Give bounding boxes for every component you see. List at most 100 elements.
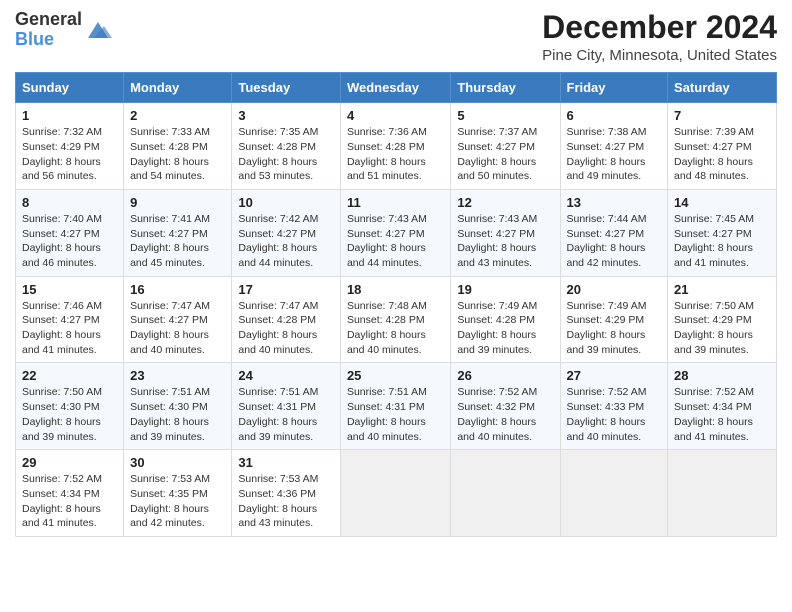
cell-text: Sunrise: 7:40 AMSunset: 4:27 PMDaylight:… <box>22 213 102 269</box>
day-number: 7 <box>674 108 770 123</box>
cell-text: Sunrise: 7:45 AMSunset: 4:27 PMDaylight:… <box>674 213 754 269</box>
location-title: Pine City, Minnesota, United States <box>542 47 777 64</box>
cell-text: Sunrise: 7:47 AMSunset: 4:28 PMDaylight:… <box>238 300 318 356</box>
cell-text: Sunrise: 7:53 AMSunset: 4:36 PMDaylight:… <box>238 473 318 529</box>
calendar-day-cell: 2 Sunrise: 7:33 AMSunset: 4:28 PMDayligh… <box>124 103 232 190</box>
day-number: 3 <box>238 108 334 123</box>
day-number: 5 <box>457 108 553 123</box>
month-title: December 2024 <box>542 10 777 45</box>
day-of-week-header: Tuesday <box>232 73 341 103</box>
calendar-week-row: 15 Sunrise: 7:46 AMSunset: 4:27 PMDaylig… <box>16 276 777 363</box>
calendar-week-row: 29 Sunrise: 7:52 AMSunset: 4:34 PMDaylig… <box>16 450 777 537</box>
cell-text: Sunrise: 7:43 AMSunset: 4:27 PMDaylight:… <box>457 213 537 269</box>
calendar-day-cell: 20 Sunrise: 7:49 AMSunset: 4:29 PMDaylig… <box>560 276 668 363</box>
calendar-day-cell <box>340 450 450 537</box>
cell-text: Sunrise: 7:50 AMSunset: 4:30 PMDaylight:… <box>22 386 102 442</box>
cell-text: Sunrise: 7:49 AMSunset: 4:28 PMDaylight:… <box>457 300 537 356</box>
day-of-week-header: Wednesday <box>340 73 450 103</box>
calendar-day-cell: 29 Sunrise: 7:52 AMSunset: 4:34 PMDaylig… <box>16 450 124 537</box>
calendar-day-cell: 18 Sunrise: 7:48 AMSunset: 4:28 PMDaylig… <box>340 276 450 363</box>
cell-text: Sunrise: 7:44 AMSunset: 4:27 PMDaylight:… <box>567 213 647 269</box>
calendar-day-cell: 23 Sunrise: 7:51 AMSunset: 4:30 PMDaylig… <box>124 363 232 450</box>
cell-text: Sunrise: 7:48 AMSunset: 4:28 PMDaylight:… <box>347 300 427 356</box>
cell-text: Sunrise: 7:41 AMSunset: 4:27 PMDaylight:… <box>130 213 210 269</box>
calendar-day-cell: 8 Sunrise: 7:40 AMSunset: 4:27 PMDayligh… <box>16 189 124 276</box>
calendar-day-cell: 16 Sunrise: 7:47 AMSunset: 4:27 PMDaylig… <box>124 276 232 363</box>
calendar-day-cell: 24 Sunrise: 7:51 AMSunset: 4:31 PMDaylig… <box>232 363 341 450</box>
calendar-day-cell: 26 Sunrise: 7:52 AMSunset: 4:32 PMDaylig… <box>451 363 560 450</box>
cell-text: Sunrise: 7:36 AMSunset: 4:28 PMDaylight:… <box>347 126 427 182</box>
logo-text-general: General <box>15 9 82 29</box>
cell-text: Sunrise: 7:38 AMSunset: 4:27 PMDaylight:… <box>567 126 647 182</box>
day-number: 27 <box>567 368 662 383</box>
calendar-day-cell: 31 Sunrise: 7:53 AMSunset: 4:36 PMDaylig… <box>232 450 341 537</box>
calendar-day-cell: 12 Sunrise: 7:43 AMSunset: 4:27 PMDaylig… <box>451 189 560 276</box>
day-of-week-header: Friday <box>560 73 668 103</box>
day-number: 24 <box>238 368 334 383</box>
day-number: 6 <box>567 108 662 123</box>
calendar-day-cell: 30 Sunrise: 7:53 AMSunset: 4:35 PMDaylig… <box>124 450 232 537</box>
calendar-day-cell: 11 Sunrise: 7:43 AMSunset: 4:27 PMDaylig… <box>340 189 450 276</box>
day-number: 30 <box>130 455 225 470</box>
calendar-day-cell: 15 Sunrise: 7:46 AMSunset: 4:27 PMDaylig… <box>16 276 124 363</box>
cell-text: Sunrise: 7:51 AMSunset: 4:31 PMDaylight:… <box>347 386 427 442</box>
day-number: 21 <box>674 282 770 297</box>
calendar-day-cell: 6 Sunrise: 7:38 AMSunset: 4:27 PMDayligh… <box>560 103 668 190</box>
calendar-day-cell: 22 Sunrise: 7:50 AMSunset: 4:30 PMDaylig… <box>16 363 124 450</box>
calendar-week-row: 22 Sunrise: 7:50 AMSunset: 4:30 PMDaylig… <box>16 363 777 450</box>
calendar-table: SundayMondayTuesdayWednesdayThursdayFrid… <box>15 72 777 537</box>
calendar-day-cell: 7 Sunrise: 7:39 AMSunset: 4:27 PMDayligh… <box>668 103 777 190</box>
calendar-day-cell: 13 Sunrise: 7:44 AMSunset: 4:27 PMDaylig… <box>560 189 668 276</box>
cell-text: Sunrise: 7:46 AMSunset: 4:27 PMDaylight:… <box>22 300 102 356</box>
cell-text: Sunrise: 7:53 AMSunset: 4:35 PMDaylight:… <box>130 473 210 529</box>
day-number: 17 <box>238 282 334 297</box>
day-number: 23 <box>130 368 225 383</box>
day-of-week-header: Thursday <box>451 73 560 103</box>
day-number: 9 <box>130 195 225 210</box>
calendar-day-cell <box>668 450 777 537</box>
calendar-day-cell: 1 Sunrise: 7:32 AMSunset: 4:29 PMDayligh… <box>16 103 124 190</box>
calendar-day-cell: 25 Sunrise: 7:51 AMSunset: 4:31 PMDaylig… <box>340 363 450 450</box>
calendar-day-cell: 14 Sunrise: 7:45 AMSunset: 4:27 PMDaylig… <box>668 189 777 276</box>
cell-text: Sunrise: 7:51 AMSunset: 4:30 PMDaylight:… <box>130 386 210 442</box>
day-number: 10 <box>238 195 334 210</box>
day-of-week-header: Sunday <box>16 73 124 103</box>
calendar-day-cell: 5 Sunrise: 7:37 AMSunset: 4:27 PMDayligh… <box>451 103 560 190</box>
cell-text: Sunrise: 7:32 AMSunset: 4:29 PMDaylight:… <box>22 126 102 182</box>
cell-text: Sunrise: 7:52 AMSunset: 4:32 PMDaylight:… <box>457 386 537 442</box>
day-of-week-header: Saturday <box>668 73 777 103</box>
calendar-day-cell: 4 Sunrise: 7:36 AMSunset: 4:28 PMDayligh… <box>340 103 450 190</box>
calendar-day-cell: 28 Sunrise: 7:52 AMSunset: 4:34 PMDaylig… <box>668 363 777 450</box>
calendar-day-cell: 19 Sunrise: 7:49 AMSunset: 4:28 PMDaylig… <box>451 276 560 363</box>
day-number: 29 <box>22 455 117 470</box>
day-number: 2 <box>130 108 225 123</box>
cell-text: Sunrise: 7:49 AMSunset: 4:29 PMDaylight:… <box>567 300 647 356</box>
day-number: 19 <box>457 282 553 297</box>
logo-text-blue: Blue <box>15 29 54 49</box>
cell-text: Sunrise: 7:43 AMSunset: 4:27 PMDaylight:… <box>347 213 427 269</box>
calendar-week-row: 1 Sunrise: 7:32 AMSunset: 4:29 PMDayligh… <box>16 103 777 190</box>
day-number: 31 <box>238 455 334 470</box>
logo: General Blue <box>15 10 112 50</box>
calendar-day-cell: 17 Sunrise: 7:47 AMSunset: 4:28 PMDaylig… <box>232 276 341 363</box>
day-number: 4 <box>347 108 444 123</box>
calendar-day-cell <box>560 450 668 537</box>
calendar-day-cell <box>451 450 560 537</box>
cell-text: Sunrise: 7:52 AMSunset: 4:34 PMDaylight:… <box>674 386 754 442</box>
calendar-day-cell: 27 Sunrise: 7:52 AMSunset: 4:33 PMDaylig… <box>560 363 668 450</box>
cell-text: Sunrise: 7:42 AMSunset: 4:27 PMDaylight:… <box>238 213 318 269</box>
page-header: General Blue December 2024 Pine City, Mi… <box>15 10 777 64</box>
day-number: 14 <box>674 195 770 210</box>
cell-text: Sunrise: 7:52 AMSunset: 4:34 PMDaylight:… <box>22 473 102 529</box>
calendar-day-cell: 21 Sunrise: 7:50 AMSunset: 4:29 PMDaylig… <box>668 276 777 363</box>
day-of-week-header: Monday <box>124 73 232 103</box>
cell-text: Sunrise: 7:35 AMSunset: 4:28 PMDaylight:… <box>238 126 318 182</box>
day-number: 20 <box>567 282 662 297</box>
title-block: December 2024 Pine City, Minnesota, Unit… <box>542 10 777 64</box>
calendar-body: 1 Sunrise: 7:32 AMSunset: 4:29 PMDayligh… <box>16 103 777 537</box>
cell-text: Sunrise: 7:37 AMSunset: 4:27 PMDaylight:… <box>457 126 537 182</box>
cell-text: Sunrise: 7:50 AMSunset: 4:29 PMDaylight:… <box>674 300 754 356</box>
day-number: 25 <box>347 368 444 383</box>
calendar-header-row: SundayMondayTuesdayWednesdayThursdayFrid… <box>16 73 777 103</box>
day-number: 26 <box>457 368 553 383</box>
